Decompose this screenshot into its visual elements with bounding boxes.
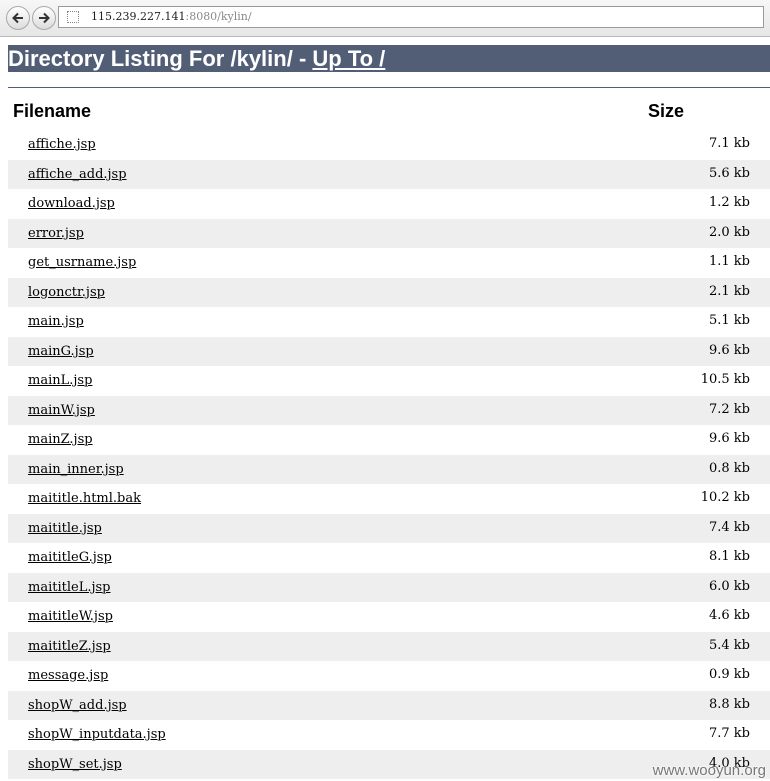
file-size: 9.6 kb bbox=[708, 431, 750, 446]
table-row: maititle.html.bak 10.2 kb bbox=[8, 484, 770, 514]
table-row: maititleZ.jsp 5.4 kb bbox=[8, 631, 770, 661]
file-size: 4.6 kb bbox=[708, 608, 750, 623]
table-row: mainL.jsp 10.5 kb bbox=[8, 366, 770, 396]
file-link[interactable]: get_usrname.jsp bbox=[28, 255, 136, 270]
table-row: shopW_add.jsp 8.8 kb bbox=[8, 690, 770, 720]
file-size: 9.6 kb bbox=[708, 342, 750, 358]
file-size: 10.2 kb bbox=[700, 490, 750, 505]
page-title-text: Directory Listing For /kylin/ - bbox=[8, 46, 313, 71]
table-row: error.jsp 2.0 kb bbox=[8, 218, 770, 248]
table-row: mainW.jsp 7.2 kb bbox=[8, 395, 770, 425]
divider bbox=[8, 87, 770, 88]
file-link[interactable]: affiche.jsp bbox=[28, 137, 96, 152]
file-size: 2.0 kb bbox=[708, 224, 750, 240]
table-row: shopW_inputdata.jsp 7.7 kb bbox=[8, 720, 770, 750]
table-row: mainZ.jsp 9.6 kb bbox=[8, 425, 770, 455]
file-link[interactable]: shopW_add.jsp bbox=[28, 698, 127, 713]
url-host: 115.239.227.141 bbox=[91, 10, 186, 23]
address-bar[interactable]: 115.239.227.141:8080/kylin/ bbox=[58, 6, 764, 28]
file-link[interactable]: maititle.jsp bbox=[28, 521, 102, 536]
file-size: 5.6 kb bbox=[708, 165, 750, 181]
file-link[interactable]: mainG.jsp bbox=[28, 344, 94, 359]
forward-button[interactable] bbox=[32, 6, 56, 30]
table-row: maititleG.jsp 8.1 kb bbox=[8, 543, 770, 573]
file-link[interactable]: logonctr.jsp bbox=[28, 285, 105, 300]
file-link[interactable]: maititle.html.bak bbox=[28, 491, 141, 506]
file-link[interactable]: maititleW.jsp bbox=[28, 609, 113, 624]
file-link[interactable]: download.jsp bbox=[28, 196, 115, 211]
browser-toolbar: 115.239.227.141:8080/kylin/ bbox=[0, 0, 770, 37]
file-size: 2.1 kb bbox=[708, 283, 750, 299]
back-button[interactable] bbox=[6, 6, 30, 30]
table-row: mainG.jsp 9.6 kb bbox=[8, 336, 770, 366]
file-size: 10.5 kb bbox=[700, 372, 750, 387]
file-link[interactable]: maititleG.jsp bbox=[28, 550, 112, 565]
file-link[interactable]: mainZ.jsp bbox=[28, 432, 93, 447]
file-size: 8.1 kb bbox=[708, 549, 750, 564]
file-link[interactable]: maititleZ.jsp bbox=[28, 639, 111, 654]
file-list: affiche.jsp 7.1 kb affiche_add.jsp 5.6 kb do… bbox=[8, 130, 770, 779]
file-size: 7.2 kb bbox=[708, 401, 750, 417]
up-to-link[interactable]: Up To / bbox=[312, 46, 385, 71]
watermark: www.wooyun.org bbox=[652, 762, 766, 779]
file-size: 7.1 kb bbox=[708, 136, 750, 151]
file-link[interactable]: shopW_inputdata.jsp bbox=[28, 727, 166, 742]
table-row: affiche.jsp 7.1 kb bbox=[8, 130, 770, 160]
column-header-size: Size bbox=[648, 101, 685, 121]
file-link[interactable]: mainL.jsp bbox=[28, 373, 92, 388]
file-size: 6.0 kb bbox=[708, 578, 750, 594]
page-icon bbox=[67, 11, 79, 23]
file-size: 5.1 kb bbox=[708, 313, 750, 328]
file-link[interactable]: shopW_set.jsp bbox=[28, 757, 122, 772]
arrow-left-icon bbox=[12, 12, 23, 24]
table-row: maititle.jsp 7.4 kb bbox=[8, 513, 770, 543]
file-size: 1.2 kb bbox=[708, 195, 750, 210]
table-row: get_usrname.jsp 1.1 kb bbox=[8, 248, 770, 278]
table-row: message.jsp 0.9 kb bbox=[8, 661, 770, 691]
file-size: 7.7 kb bbox=[708, 726, 750, 741]
file-size: 0.8 kb bbox=[708, 460, 750, 476]
table-row: logonctr.jsp 2.1 kb bbox=[8, 277, 770, 307]
url-text[interactable]: 115.239.227.141:8080/kylin/ bbox=[91, 10, 252, 23]
file-link[interactable]: message.jsp bbox=[28, 668, 108, 683]
table-row: maititleL.jsp 6.0 kb bbox=[8, 572, 770, 602]
page-title: Directory Listing For /kylin/ - Up To / bbox=[8, 45, 770, 72]
file-link[interactable]: main.jsp bbox=[28, 314, 84, 329]
file-link[interactable]: mainW.jsp bbox=[28, 403, 95, 418]
file-size: 7.4 kb bbox=[708, 519, 750, 535]
file-size: 8.8 kb bbox=[708, 696, 750, 712]
arrow-right-icon bbox=[39, 12, 50, 24]
table-row: main_inner.jsp 0.8 kb bbox=[8, 454, 770, 484]
table-row: download.jsp 1.2 kb bbox=[8, 189, 770, 219]
file-link[interactable]: main_inner.jsp bbox=[28, 462, 124, 477]
file-size: 5.4 kb bbox=[708, 637, 750, 653]
file-link[interactable]: affiche_add.jsp bbox=[28, 167, 127, 182]
file-link[interactable]: maititleL.jsp bbox=[28, 580, 110, 595]
table-row: maititleW.jsp 4.6 kb bbox=[8, 602, 770, 632]
file-link[interactable]: error.jsp bbox=[28, 226, 84, 241]
file-size: 1.1 kb bbox=[708, 254, 750, 269]
column-header-filename: Filename bbox=[13, 101, 92, 121]
file-size: 0.9 kb bbox=[708, 667, 750, 682]
table-row: affiche_add.jsp 5.6 kb bbox=[8, 159, 770, 189]
url-path: :8080/kylin/ bbox=[185, 10, 252, 23]
table-row: main.jsp 5.1 kb bbox=[8, 307, 770, 337]
